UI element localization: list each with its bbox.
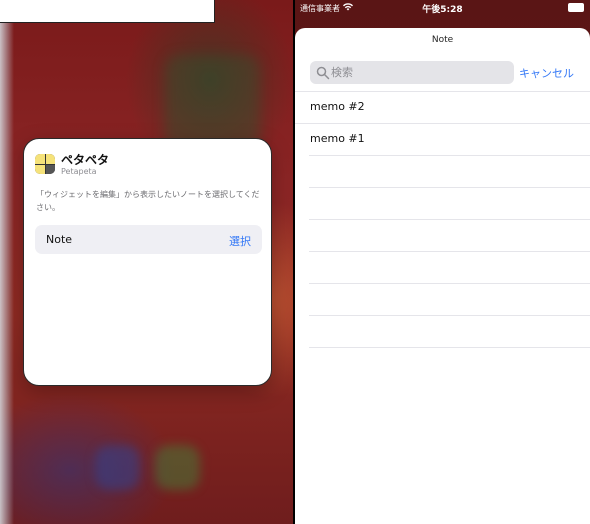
empty-list-row bbox=[309, 219, 590, 251]
battery-icon bbox=[568, 3, 584, 12]
note-picker-screen: 通信事業者 午後5:28 Note キャンセル memo #2 memo #1 bbox=[295, 0, 590, 524]
app-subtitle: Petapeta bbox=[61, 167, 97, 176]
sheet-title: Note bbox=[431, 35, 454, 45]
widget-description: 「ウィジェットを編集」から表示したいノートを選択してください。 bbox=[36, 190, 260, 212]
app-name: ペタペタ bbox=[61, 153, 110, 167]
petapeta-app-icon bbox=[35, 154, 55, 174]
list-item[interactable]: memo #1 bbox=[295, 123, 590, 155]
top-banner bbox=[0, 0, 215, 23]
search-field[interactable] bbox=[310, 61, 514, 84]
empty-list-row bbox=[309, 251, 590, 283]
note-parameter-label: Note bbox=[46, 233, 73, 246]
blurred-app-icon bbox=[165, 55, 260, 150]
list-item[interactable]: memo #2 bbox=[295, 91, 590, 123]
list-item-label: memo #1 bbox=[310, 132, 365, 145]
search-icon bbox=[316, 66, 330, 80]
cancel-button[interactable]: キャンセル bbox=[519, 65, 574, 81]
empty-list-row bbox=[309, 283, 590, 315]
status-time: 午後5:28 bbox=[422, 5, 463, 15]
note-picker-sheet: Note キャンセル memo #2 memo #1 bbox=[295, 28, 590, 524]
empty-list-row bbox=[309, 155, 590, 187]
select-note-button[interactable]: 選択 bbox=[229, 233, 251, 249]
list-item-label: memo #2 bbox=[310, 100, 365, 113]
blurred-app-icon bbox=[95, 445, 140, 490]
search-input[interactable] bbox=[331, 61, 509, 84]
blurred-app-icon bbox=[155, 445, 200, 490]
status-bar: 通信事業者 午後5:28 bbox=[295, 0, 590, 16]
home-screen-background: ペタペタ Petapeta 「ウィジェットを編集」から表示したいノートを選択して… bbox=[0, 0, 295, 524]
blurred-edge bbox=[0, 0, 14, 524]
empty-list-row bbox=[309, 187, 590, 219]
widget-config-card: ペタペタ Petapeta 「ウィジェットを編集」から表示したいノートを選択して… bbox=[23, 138, 272, 386]
empty-list-row bbox=[309, 315, 590, 347]
note-parameter-row[interactable]: Note 選択 bbox=[35, 225, 262, 254]
note-list: memo #2 memo #1 bbox=[295, 91, 590, 379]
empty-list-row bbox=[309, 347, 590, 379]
